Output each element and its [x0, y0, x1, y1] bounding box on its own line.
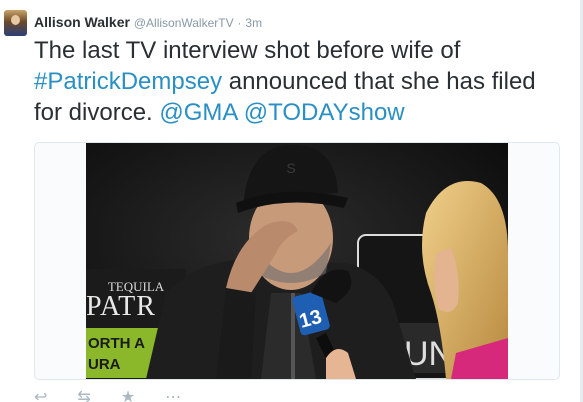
avatar[interactable] — [4, 10, 27, 36]
avatar-face — [11, 15, 20, 25]
tweet-card: Allison Walker @AllisonWalkerTV · 3m The… — [0, 0, 583, 402]
interview-photo[interactable]: TEQUILA PATR ORTH A URA UN S 13 — [86, 143, 508, 379]
cap-logo: S — [286, 160, 295, 176]
hashtag-link[interactable]: #PatrickDempsey — [34, 68, 222, 95]
reply-icon[interactable]: ↩ — [34, 388, 47, 402]
star-icon[interactable]: ★ — [121, 388, 135, 402]
photo-illustration: TEQUILA PATR ORTH A URA UN S 13 — [86, 143, 508, 379]
sign-patron-text: PATR — [86, 291, 156, 322]
more-icon[interactable]: ⋯ — [165, 388, 181, 402]
tweet-header: Allison Walker @AllisonWalkerTV · 3m — [34, 13, 262, 32]
tweet-text: The last TV interview shot before wife o… — [34, 35, 554, 128]
media-card[interactable]: TEQUILA PATR ORTH A URA UN S 13 — [34, 142, 560, 380]
green-sign-line1: ORTH A — [88, 335, 145, 352]
green-sign-line2: URA — [88, 356, 121, 373]
tweet-timestamp[interactable]: 3m — [245, 16, 262, 30]
mention-today-link[interactable]: @TODAYshow — [244, 99, 405, 126]
mention-gma-link[interactable]: @GMA — [159, 99, 237, 126]
retweet-icon[interactable]: ⇆ — [77, 388, 90, 402]
author-name[interactable]: Allison Walker — [34, 14, 130, 30]
separator-dot: · — [237, 16, 242, 30]
tweet-actions: ↩ ⇆ ★ ⋯ — [34, 388, 181, 402]
tweet-text-part-1: The last TV interview shot before wife o… — [34, 37, 461, 64]
author-handle[interactable]: @AllisonWalkerTV — [134, 16, 234, 30]
